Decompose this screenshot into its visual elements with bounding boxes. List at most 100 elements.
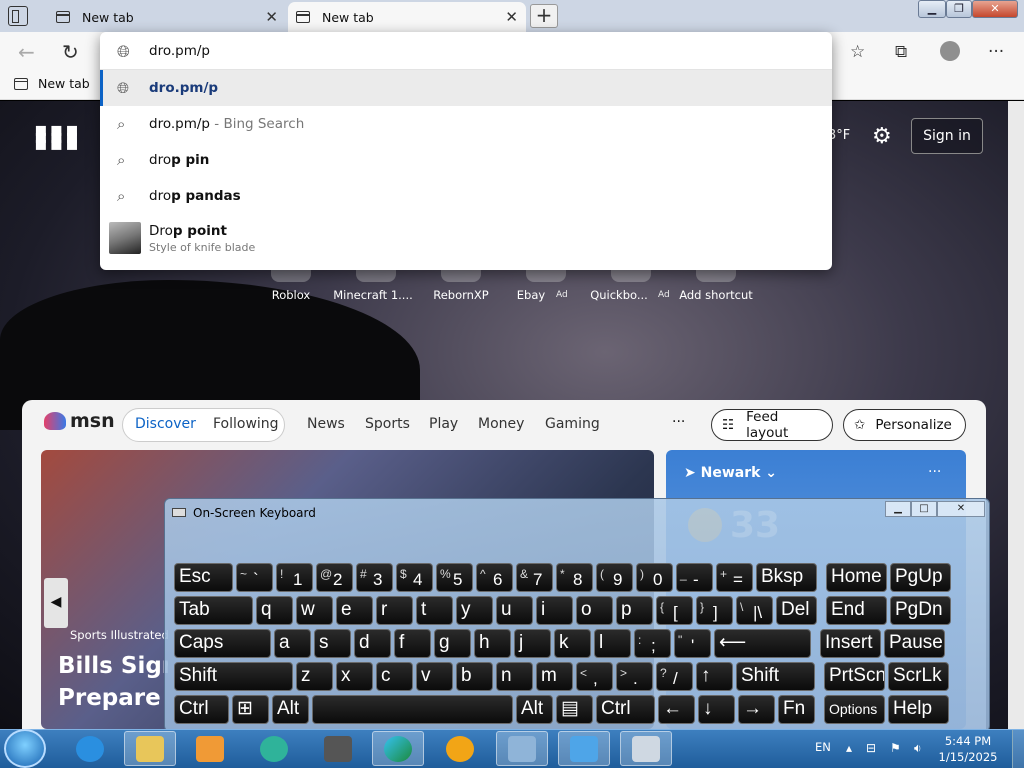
taskbar-teams[interactable]	[558, 731, 610, 766]
taskbar-wsd[interactable]	[312, 731, 364, 766]
osk-key[interactable]: Bksp	[756, 563, 817, 592]
tab-1[interactable]: New tab ✕	[48, 2, 286, 32]
osk-key[interactable]: n	[496, 662, 533, 691]
maximize-button[interactable]: ❐	[946, 0, 972, 18]
osk-key[interactable]: a	[274, 629, 311, 658]
osk-key[interactable]: x	[336, 662, 373, 691]
suggestion-search[interactable]: ⌕ dro p pin	[100, 142, 832, 178]
reload-icon[interactable]: ↻	[62, 40, 79, 64]
settings-gear-icon[interactable]: ⚙	[872, 124, 892, 149]
osk-key[interactable]: " '	[674, 629, 711, 658]
favorites-icon[interactable]: ☆	[850, 42, 865, 62]
back-icon[interactable]: ←	[18, 40, 35, 64]
start-button[interactable]	[4, 729, 46, 768]
osk-key[interactable]: ←	[658, 695, 695, 724]
osk-key[interactable]: o	[576, 596, 613, 625]
osk-key[interactable]: r	[376, 596, 413, 625]
nav-play[interactable]: Play	[429, 416, 458, 432]
osk-key[interactable]: v	[416, 662, 453, 691]
osk-key[interactable]: j	[514, 629, 551, 658]
more-menu-icon[interactable]: ···	[988, 42, 1004, 62]
shortcut-label[interactable]: Roblox	[246, 288, 336, 302]
taskbar-edge[interactable]	[372, 731, 424, 766]
osk-key[interactable]: s	[314, 629, 351, 658]
osk-key[interactable]: $4	[396, 563, 433, 592]
network-icon[interactable]: ⊟	[866, 741, 876, 755]
osk-key[interactable]: →	[738, 695, 775, 724]
osk-key[interactable]: Shift	[736, 662, 815, 691]
close-window-button[interactable]: ✕	[972, 0, 1018, 18]
osk-key[interactable]: ! 1	[276, 563, 313, 592]
osk-key[interactable]: PgDn	[890, 596, 951, 625]
taskbar-shield[interactable]	[434, 731, 486, 766]
osk-key[interactable]: ↓	[698, 695, 735, 724]
osk-key[interactable]: ⟵	[714, 629, 811, 658]
app-launcher-icon[interactable]: ▪▪▪ ▪▪▪ ▪▪▪	[34, 119, 81, 153]
minimize-button[interactable]: ▁	[918, 0, 946, 18]
osk-key[interactable]: ^ 6	[476, 563, 513, 592]
osk-key[interactable]: Esc	[174, 563, 233, 592]
osk-key[interactable]: & 7	[516, 563, 553, 592]
osk-key[interactable]: + =	[716, 563, 753, 592]
osk-key[interactable]: <,	[576, 662, 613, 691]
osk-key[interactable]: ? /	[656, 662, 693, 691]
osk-key[interactable]: t	[416, 596, 453, 625]
osk-key[interactable]: q	[256, 596, 293, 625]
osk-key[interactable]: PgUp	[890, 563, 951, 592]
osk-minimize-button[interactable]: ▁	[885, 501, 911, 517]
language-indicator[interactable]: EN	[815, 740, 831, 754]
bookmark-new-tab[interactable]: New tab	[14, 76, 90, 91]
osk-key[interactable]: l	[594, 629, 631, 658]
volume-icon[interactable]: 🔉︎	[914, 741, 922, 756]
osk-key[interactable]: k	[554, 629, 591, 658]
address-input[interactable]	[149, 43, 749, 59]
close-tab-icon[interactable]: ✕	[505, 8, 518, 26]
osk-key[interactable]: End	[826, 596, 887, 625]
osk-key[interactable]: z	[296, 662, 333, 691]
suggestion-search[interactable]: ⌕ dro p pandas	[100, 178, 832, 214]
profile-avatar[interactable]	[940, 41, 960, 61]
osk-key[interactable]: ~ `	[236, 563, 273, 592]
osk-key[interactable]: w	[296, 596, 333, 625]
osk-key[interactable]: PrtScn	[824, 662, 885, 691]
osk-key[interactable]: Options	[824, 695, 885, 724]
osk-key[interactable]: Shift	[174, 662, 293, 691]
osk-key[interactable]: f	[394, 629, 431, 658]
osk-key[interactable]: (9	[596, 563, 633, 592]
weather-location[interactable]: ➤ Newark ⌄	[684, 465, 777, 481]
osk-key[interactable]	[312, 695, 513, 724]
osk-key[interactable]: \ |\	[736, 596, 773, 625]
osk-key[interactable]: Insert	[820, 629, 881, 658]
taskbar-ie[interactable]	[64, 731, 116, 766]
osk-key[interactable]: Home	[826, 563, 887, 592]
osk-key[interactable]: * 8	[556, 563, 593, 592]
nav-money[interactable]: Money	[478, 416, 524, 432]
osk-key[interactable]: ⊞	[232, 695, 269, 724]
osk-key[interactable]: g	[434, 629, 471, 658]
suggestion-search[interactable]: ⌕ dro.pm/p - Bing Search	[100, 106, 832, 142]
nav-gaming[interactable]: Gaming	[545, 416, 600, 432]
osk-key[interactable]: ▤	[556, 695, 593, 724]
page-scrollbar[interactable]	[1008, 101, 1024, 729]
osk-key[interactable]: Caps	[174, 629, 271, 658]
osk-key[interactable]: b	[456, 662, 493, 691]
flag-icon[interactable]: ⚑	[890, 741, 901, 755]
carousel-prev-icon[interactable]: ◀	[44, 578, 68, 628]
close-tab-icon[interactable]: ✕	[265, 8, 278, 26]
osk-key[interactable]: ↑	[696, 662, 733, 691]
osk-key[interactable]: c	[376, 662, 413, 691]
osk-key[interactable]: >.	[616, 662, 653, 691]
osk-key[interactable]: e	[336, 596, 373, 625]
osk-key[interactable]: p	[616, 596, 653, 625]
shortcut-label[interactable]: Minecraft 1....	[328, 288, 418, 302]
osk-key[interactable]: @2	[316, 563, 353, 592]
osk-key[interactable]: Fn	[778, 695, 815, 724]
osk-key[interactable]: % 5	[436, 563, 473, 592]
nav-news[interactable]: News	[307, 416, 345, 432]
feed-layout-button[interactable]: ☷ Feed layout	[711, 409, 833, 441]
tab-2-active[interactable]: New tab ✕	[288, 2, 526, 32]
osk-key[interactable]: {[	[656, 596, 693, 625]
new-tab-button[interactable]: +	[530, 4, 558, 28]
weather-more-icon[interactable]: ···	[928, 464, 941, 480]
osk-key[interactable]: d	[354, 629, 391, 658]
